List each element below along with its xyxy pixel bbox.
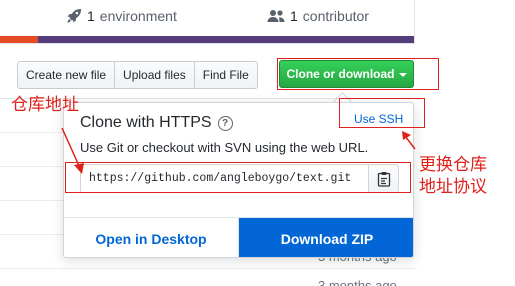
annotation-arrows [61,127,416,174]
arrowhead-url [74,163,84,174]
arrow-to-ssh [404,135,416,150]
arrow-to-url [61,127,81,169]
